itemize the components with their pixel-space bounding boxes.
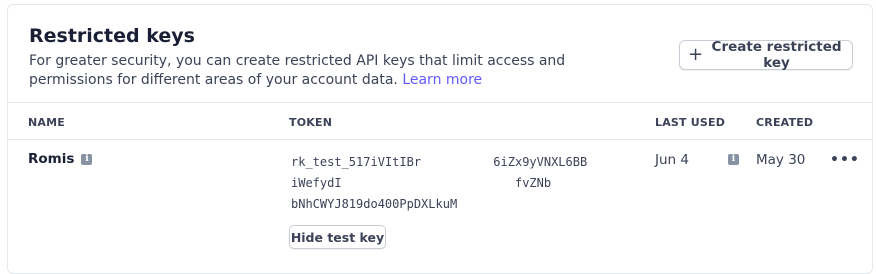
last-used-info-icon[interactable]: i [728, 154, 739, 165]
last-used-value: Jun 4 [655, 152, 689, 168]
column-header-name: NAME [28, 116, 65, 129]
create-restricted-key-button[interactable]: + Create restricted key [679, 39, 853, 71]
token-value: rk_test_517iVItIBr 6iZx9yVNXL6BB iWefydI… [291, 152, 631, 215]
token-line-3: bNhCWYJ819do400PpDXLkuM [291, 197, 458, 211]
column-header-token: TOKEN [289, 116, 333, 129]
key-name: Romis [28, 151, 75, 167]
column-header-created: CREATED [756, 116, 814, 129]
description-text: For greater security, you can create res… [29, 53, 566, 88]
created-value: May 30 [756, 152, 806, 168]
table-header-divider [8, 139, 872, 140]
create-restricted-key-label: Create restricted key [711, 39, 842, 71]
token-line-2: iWefydI fvZNb [291, 176, 552, 190]
token-line-1: rk_test_517iVItIBr 6iZx9yVNXL6BB [291, 155, 588, 169]
learn-more-link[interactable]: Learn more [402, 72, 482, 88]
info-icon[interactable]: i [81, 153, 93, 165]
section-title: Restricted keys [29, 25, 195, 47]
table-row-name: Romis i [28, 151, 93, 167]
restricted-keys-card: Restricted keys For greater security, yo… [7, 4, 873, 274]
plus-icon: + [688, 44, 704, 65]
hide-test-key-button[interactable]: Hide test key [289, 225, 386, 249]
more-horizontal-icon[interactable]: ••• [830, 153, 860, 167]
column-header-last-used: LAST USED [655, 116, 726, 129]
header-divider [8, 102, 872, 103]
section-description: For greater security, you can create res… [29, 52, 629, 90]
